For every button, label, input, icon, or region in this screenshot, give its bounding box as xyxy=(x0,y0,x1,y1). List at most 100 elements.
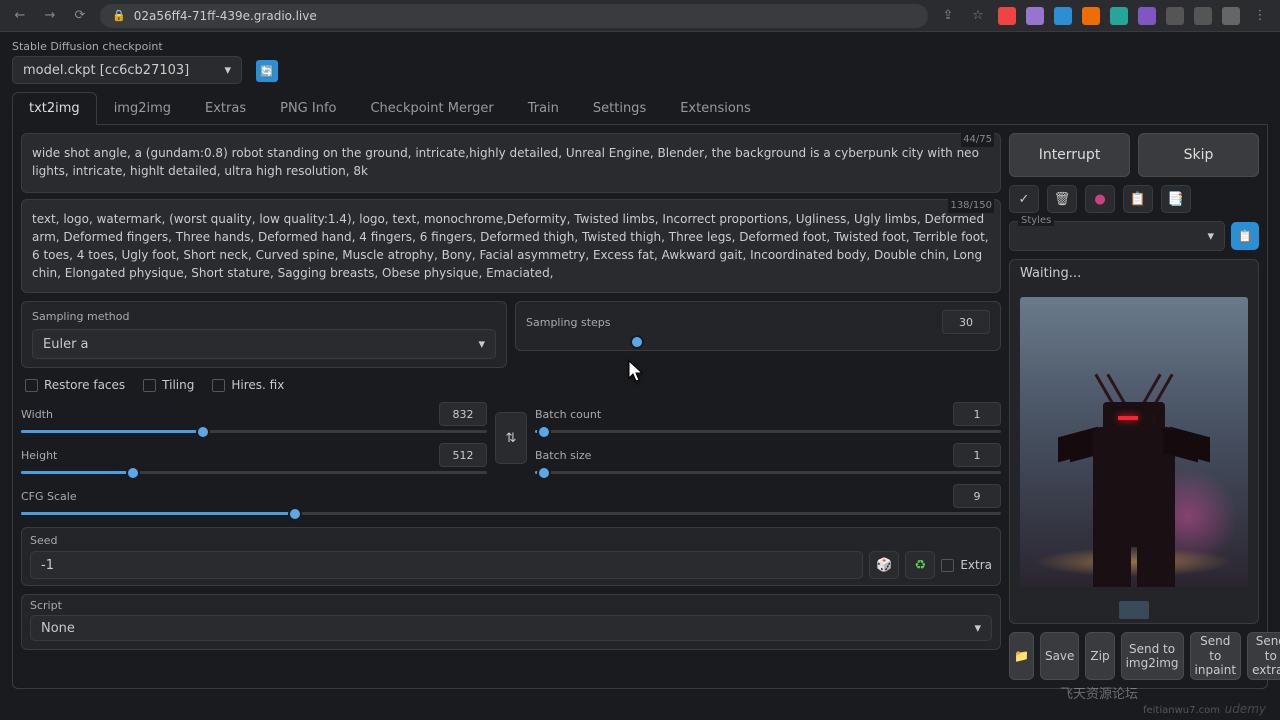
tiling-check[interactable]: Tiling xyxy=(143,378,194,392)
height-value[interactable]: 512 xyxy=(439,443,487,467)
share-icon[interactable]: ⇪ xyxy=(938,6,958,26)
send-extras-button[interactable]: Send to extras xyxy=(1247,632,1280,680)
result-image[interactable] xyxy=(1020,297,1248,587)
script-label: Script xyxy=(30,599,992,612)
checkpoint-row: Stable Diffusion checkpoint model.ckpt [… xyxy=(12,40,1268,84)
open-folder-button[interactable]: 📁 xyxy=(1009,632,1034,680)
quick-action-button-4[interactable]: 📑 xyxy=(1161,185,1191,213)
send-img2img-button[interactable]: Send to img2img xyxy=(1121,632,1184,680)
seed-extra-check[interactable]: Extra xyxy=(941,558,992,572)
extension-icon[interactable] xyxy=(1194,7,1212,25)
sampling-method-label: Sampling method xyxy=(32,310,496,323)
watermark-brand: udemy xyxy=(1225,702,1266,716)
script-value: None xyxy=(41,621,75,636)
chevron-down-icon: ▾ xyxy=(1207,229,1214,244)
checkpoint-select[interactable]: model.ckpt [cc6cb27103] ▾ xyxy=(12,56,242,84)
folder-icon: 📁 xyxy=(1014,649,1029,663)
apply-style-button[interactable]: 📋 xyxy=(1231,222,1259,250)
batch-count-value[interactable]: 1 xyxy=(953,402,1001,426)
seed-reuse-button[interactable]: ♻ xyxy=(905,551,935,579)
send-inpaint-button[interactable]: Send to inpaint xyxy=(1190,632,1242,680)
url-text: 02a56ff4-71ff-439e.gradio.live xyxy=(134,9,317,23)
browser-chrome: ← → ⟳ 🔒 02a56ff4-71ff-439e.gradio.live ⇪… xyxy=(0,0,1280,32)
chevron-down-icon: ▾ xyxy=(478,337,485,352)
interrupt-button[interactable]: Interrupt xyxy=(1009,133,1130,177)
tab-checkpoint-merger[interactable]: Checkpoint Merger xyxy=(353,92,510,124)
checkpoint-value: model.ckpt [cc6cb27103] xyxy=(23,63,189,78)
batch-size-slider[interactable] xyxy=(535,471,1001,474)
height-slider[interactable] xyxy=(21,471,487,474)
quick-action-button-0[interactable]: ✓ xyxy=(1009,185,1039,213)
tab-txt2img[interactable]: txt2img xyxy=(12,92,97,125)
skip-button[interactable]: Skip xyxy=(1138,133,1259,177)
tab-train[interactable]: Train xyxy=(511,92,576,124)
menu-dots-icon[interactable]: ⋮ xyxy=(1250,6,1270,26)
recycle-icon: ♻ xyxy=(914,558,926,573)
watermark-text: 飞天资源论坛 xyxy=(1060,683,1138,702)
extension-icon[interactable] xyxy=(1082,7,1100,25)
lock-icon: 🔒 xyxy=(112,9,126,22)
nav-reload-icon[interactable]: ⟳ xyxy=(70,6,90,26)
checkpoint-label: Stable Diffusion checkpoint xyxy=(12,40,242,53)
quick-action-button-3[interactable]: 📋 xyxy=(1123,185,1153,213)
seed-label: Seed xyxy=(30,534,992,547)
prompt-input[interactable]: 44/75 wide shot angle, a (gundam:0.8) ro… xyxy=(21,133,1001,193)
width-slider[interactable] xyxy=(21,430,487,433)
negative-prompt-input[interactable]: 138/150 text, logo, watermark, (worst qu… xyxy=(21,199,1001,293)
save-button[interactable]: Save xyxy=(1040,632,1079,680)
bookmark-star-icon[interactable]: ☆ xyxy=(968,6,988,26)
seed-random-button[interactable]: 🎲 xyxy=(869,551,899,579)
extension-icon[interactable] xyxy=(1222,7,1240,25)
tab-settings[interactable]: Settings xyxy=(576,92,663,124)
tab-extensions[interactable]: Extensions xyxy=(663,92,768,124)
extension-icon[interactable] xyxy=(998,7,1016,25)
chevron-down-icon: ▾ xyxy=(974,621,981,636)
nav-forward-icon[interactable]: → xyxy=(40,6,60,26)
result-thumbnail[interactable] xyxy=(1119,601,1149,619)
cfg-value[interactable]: 9 xyxy=(953,484,1001,508)
chevron-down-icon: ▾ xyxy=(224,63,231,78)
dice-icon: 🎲 xyxy=(876,558,892,573)
clipboard-icon: 📋 xyxy=(1238,229,1253,243)
script-select[interactable]: None ▾ xyxy=(30,615,992,641)
nav-back-icon[interactable]: ← xyxy=(10,6,30,26)
width-value[interactable]: 832 xyxy=(439,402,487,426)
batch-count-slider[interactable] xyxy=(535,430,1001,433)
sampling-steps-box: Sampling steps 30 xyxy=(515,301,1001,351)
sampling-steps-label: Sampling steps xyxy=(526,316,611,329)
quick-action-button-1[interactable]: 🗑 xyxy=(1047,185,1077,213)
height-label: Height xyxy=(21,449,77,462)
extension-icon[interactable] xyxy=(1138,7,1156,25)
prompt-text: wide shot angle, a (gundam:0.8) robot st… xyxy=(32,146,979,178)
checkpoint-refresh-button[interactable]: 🔄 xyxy=(256,60,278,82)
checkbox-row: Restore faces Tiling Hires. fix xyxy=(21,374,1001,396)
extension-icon[interactable] xyxy=(1054,7,1072,25)
seed-input[interactable]: -1 xyxy=(30,551,863,579)
restore-faces-check[interactable]: Restore faces xyxy=(25,378,125,392)
styles-select[interactable]: Styles ▾ xyxy=(1009,221,1225,251)
refresh-icon: 🔄 xyxy=(260,65,274,78)
extension-icon[interactable] xyxy=(1026,7,1044,25)
batch-size-label: Batch size xyxy=(535,449,591,462)
negative-prompt-text: text, logo, watermark, (worst quality, l… xyxy=(32,212,989,280)
negative-token-counter: 138/150 xyxy=(948,198,994,213)
sampling-steps-value[interactable]: 30 xyxy=(942,310,990,334)
cfg-slider[interactable] xyxy=(21,512,1001,515)
tab-img2img[interactable]: img2img xyxy=(97,92,188,124)
main-tabs: txt2imgimg2imgExtrasPNG InfoCheckpoint M… xyxy=(12,92,1268,125)
zip-button[interactable]: Zip xyxy=(1085,632,1114,680)
styles-label: Styles xyxy=(1018,215,1054,226)
result-status: Waiting... xyxy=(1010,260,1258,287)
batch-size-value[interactable]: 1 xyxy=(953,443,1001,467)
quick-action-button-2[interactable]: ● xyxy=(1085,185,1115,213)
extension-icon[interactable] xyxy=(1166,7,1184,25)
swap-dimensions-button[interactable]: ⇅ xyxy=(495,412,527,464)
batch-count-label: Batch count xyxy=(535,408,601,421)
tab-extras[interactable]: Extras xyxy=(188,92,263,124)
tab-png-info[interactable]: PNG Info xyxy=(263,92,353,124)
url-bar[interactable]: 🔒 02a56ff4-71ff-439e.gradio.live xyxy=(100,4,928,28)
extension-icon[interactable] xyxy=(1110,7,1128,25)
sampling-method-select[interactable]: Euler a ▾ xyxy=(32,329,496,359)
hires-fix-check[interactable]: Hires. fix xyxy=(212,378,284,392)
seed-box: Seed -1 🎲 ♻ Extra xyxy=(21,527,1001,586)
